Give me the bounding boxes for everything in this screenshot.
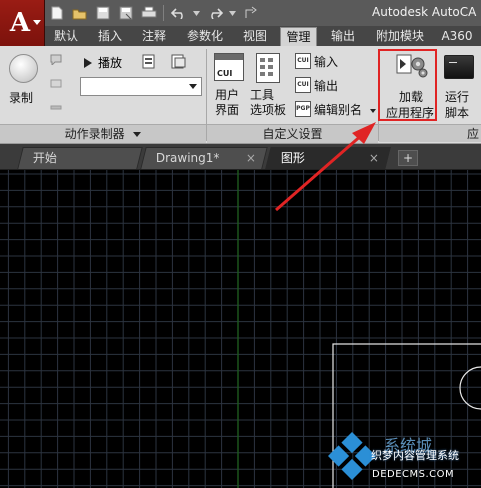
save-icon[interactable]	[94, 5, 111, 22]
redo-dropdown-icon[interactable]	[229, 5, 236, 22]
panel-title-applications: 应	[379, 124, 481, 142]
play-button[interactable]: 播放	[84, 54, 122, 71]
macro-manager-icon[interactable]	[170, 53, 186, 69]
request-input-icon[interactable]	[49, 77, 63, 89]
play-icon	[84, 57, 92, 68]
tab-manage[interactable]: 管理	[280, 27, 317, 46]
watermark-text-2: DEDECMS.COM	[372, 469, 455, 480]
record-button-icon[interactable]	[9, 54, 38, 83]
tool-palettes-icon[interactable]	[256, 53, 280, 83]
pgp-file-icon[interactable]: PGP	[295, 101, 311, 117]
import-cui-icon[interactable]: CUI	[295, 53, 311, 69]
panel-title-customization: 自定义设置	[207, 124, 378, 143]
undo-dropdown-icon[interactable]	[193, 5, 200, 22]
panel-title-action-recorder[interactable]: 动作录制器	[0, 124, 206, 143]
new-icon[interactable]	[48, 5, 65, 22]
doc-tab-drawing1[interactable]: Drawing1* ×	[140, 147, 268, 169]
export-label[interactable]: 输出	[314, 77, 338, 94]
record-button-label[interactable]: 录制	[9, 89, 33, 106]
select-value-icon[interactable]	[49, 101, 63, 113]
cui-icon[interactable]: CUI	[214, 53, 244, 81]
autocad-logo-icon: A	[9, 8, 31, 38]
watermark-text-1: 织梦内容管理系统	[371, 449, 459, 462]
chevron-down-icon	[33, 20, 41, 25]
user-interface-label[interactable]: 用户 界面	[215, 88, 239, 118]
toolbar-separator	[163, 5, 164, 21]
share-icon[interactable]	[242, 5, 259, 22]
tool-palettes-label[interactable]: 工具 选项板	[250, 88, 286, 118]
redo-icon[interactable]	[206, 5, 223, 22]
close-icon[interactable]: ×	[246, 148, 256, 169]
tab-view[interactable]: 视图	[239, 27, 271, 45]
saveas-icon[interactable]	[117, 5, 134, 22]
play-button-label: 播放	[98, 56, 123, 70]
macro-select-dropdown[interactable]	[80, 77, 202, 96]
tab-annotate[interactable]: 注释	[138, 27, 170, 45]
highlight-box	[378, 49, 437, 121]
macro-file-icon[interactable]	[141, 53, 157, 69]
tab-a360[interactable]: A360	[440, 27, 474, 45]
ribbon-tab-bar: 默认 插入 注释 参数化 视图 管理 输出 附加模块 A360	[0, 26, 481, 47]
tab-addins[interactable]: 附加模块	[370, 27, 430, 45]
doc-tab-start[interactable]: 开始	[17, 147, 143, 169]
new-tab-button[interactable]: +	[398, 150, 418, 166]
export-cui-icon[interactable]: CUI	[295, 77, 311, 93]
application-menu-button[interactable]: A	[0, 0, 45, 46]
tab-default[interactable]: 默认	[50, 27, 82, 45]
run-script-icon[interactable]	[444, 55, 474, 79]
edit-aliases-button[interactable]: 编辑别名	[314, 101, 376, 118]
open-icon[interactable]	[71, 5, 88, 22]
print-icon[interactable]	[140, 5, 157, 22]
tab-output[interactable]: 输出	[327, 27, 359, 45]
run-script-label-line2[interactable]: 脚本	[445, 104, 469, 121]
chevron-down-icon	[133, 132, 142, 137]
chevron-down-icon	[369, 108, 376, 113]
close-icon[interactable]: ×	[369, 148, 379, 169]
import-label[interactable]: 输入	[314, 53, 338, 70]
tab-parametric[interactable]: 参数化	[182, 27, 228, 45]
window-title: Autodesk AutoCA	[372, 5, 477, 19]
chevron-down-icon	[189, 84, 197, 89]
insert-message-icon[interactable]	[49, 53, 63, 65]
run-script-label-line1[interactable]: 运行	[445, 88, 469, 105]
undo-icon[interactable]	[170, 5, 187, 22]
tab-insert[interactable]: 插入	[94, 27, 126, 45]
doc-tab-drawing[interactable]: 图形 ×	[265, 147, 391, 169]
quick-access-toolbar	[48, 3, 259, 23]
